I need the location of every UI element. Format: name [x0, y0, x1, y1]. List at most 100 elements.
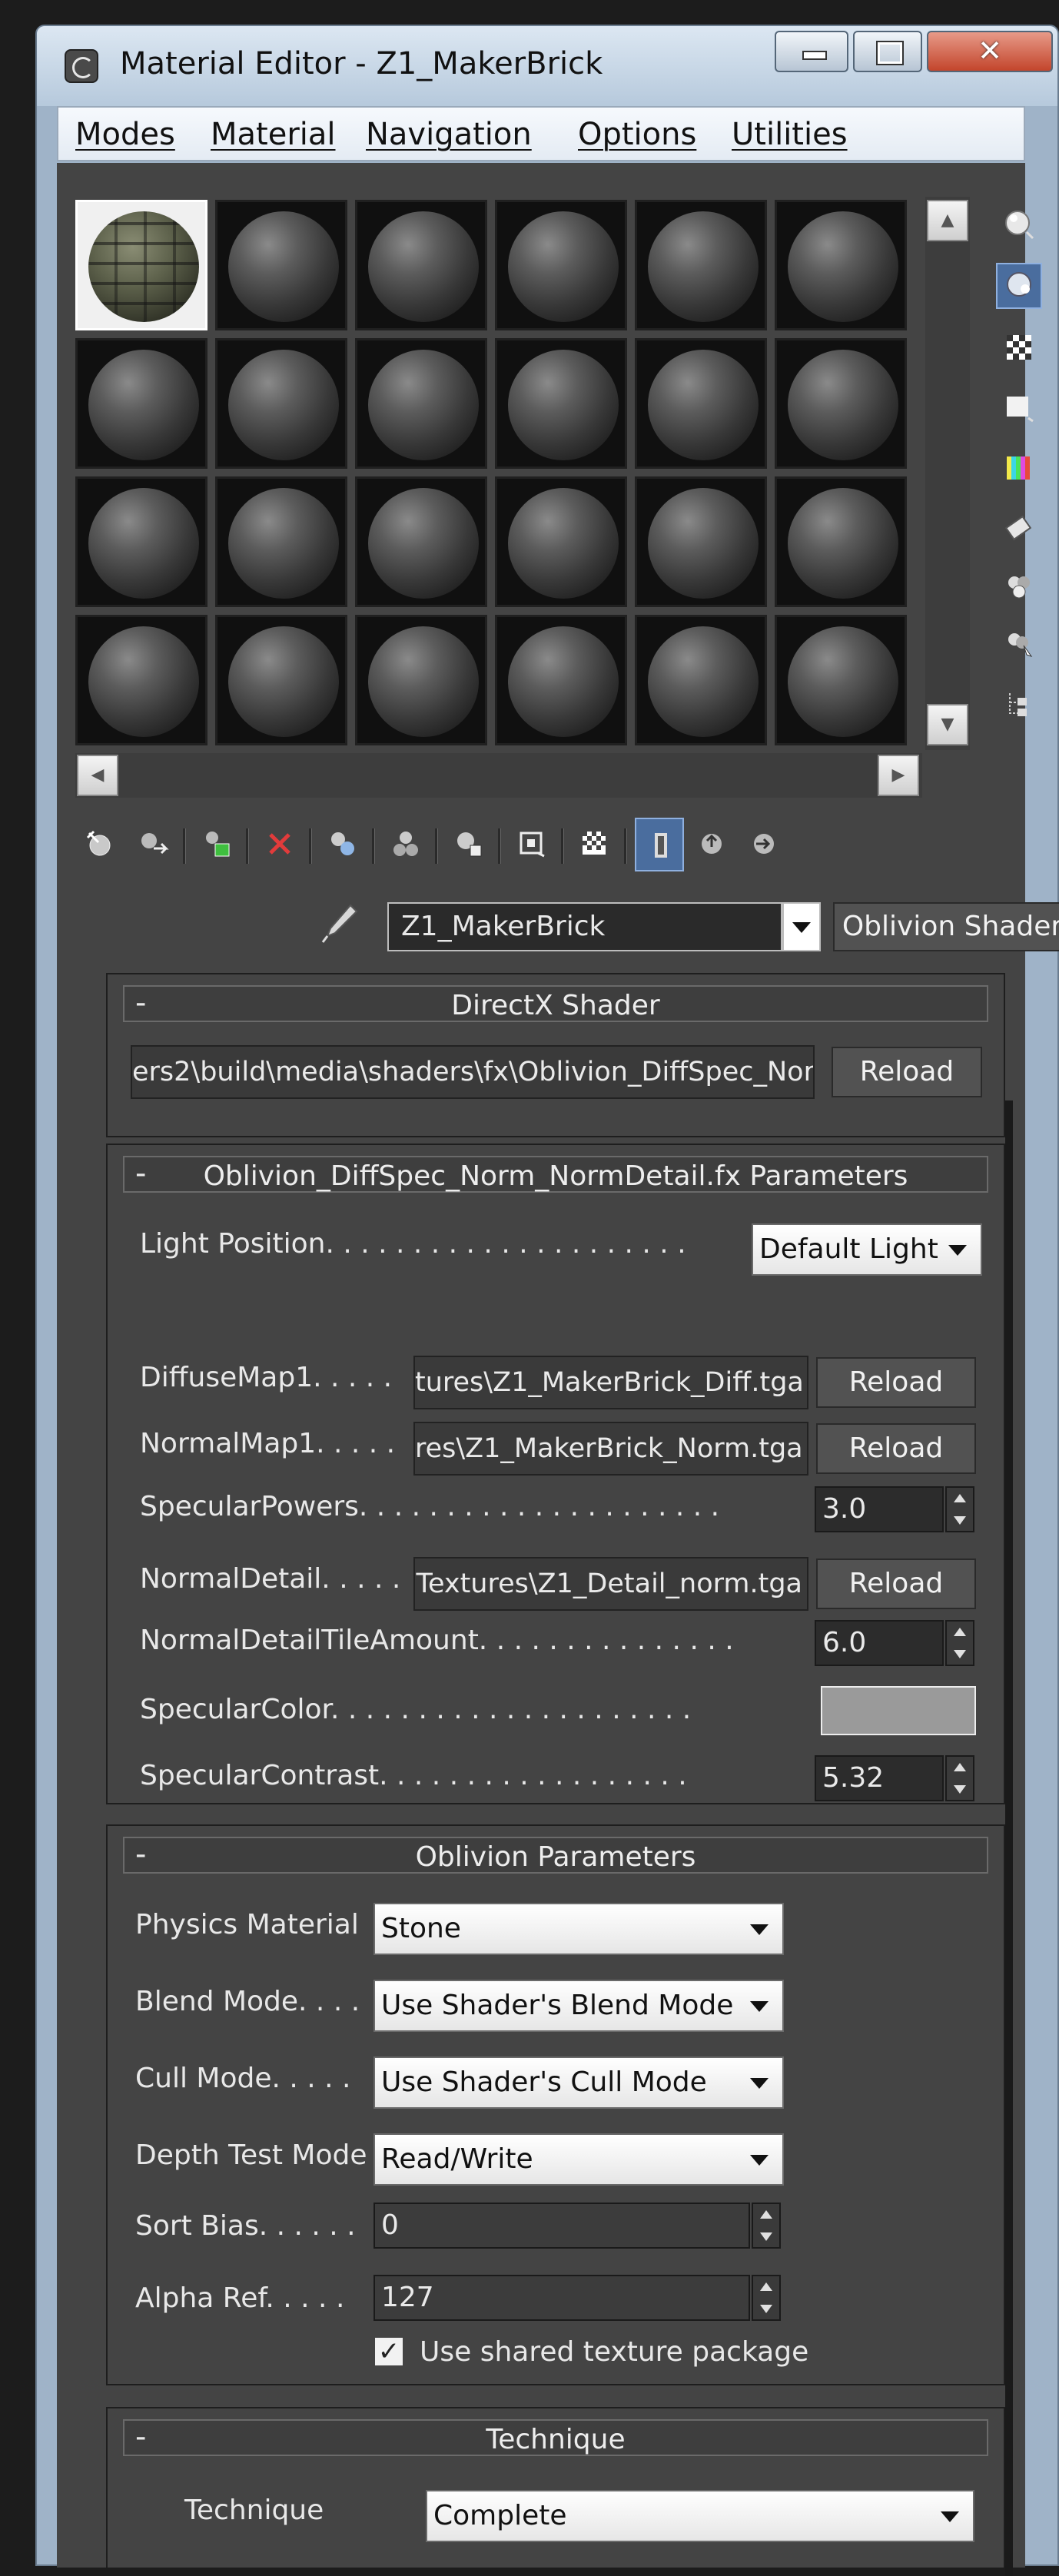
normal-detail-tile-spinner-arrows[interactable] — [945, 1620, 974, 1666]
reload-shader-button[interactable]: Reload — [832, 1047, 982, 1097]
make-preview-button[interactable] — [996, 507, 1042, 553]
show-map-in-viewport-button[interactable] — [570, 818, 619, 871]
normal-map-path[interactable]: res\Z1_MakerBrick_Norm.tga — [413, 1422, 808, 1476]
app-icon[interactable] — [65, 49, 98, 83]
reload-normal-button[interactable]: Reload — [816, 1423, 976, 1474]
material-slot[interactable] — [215, 200, 347, 330]
material-preview-sphere — [648, 350, 759, 460]
light-position-dropdown[interactable]: Default Light — [752, 1223, 982, 1276]
material-slot[interactable] — [355, 338, 487, 469]
slot-vertical-scrollbar[interactable]: ▲ ▼ — [925, 197, 970, 750]
material-slot[interactable] — [75, 476, 207, 607]
reload-diffuse-button[interactable]: Reload — [816, 1357, 976, 1408]
material-slot[interactable] — [635, 200, 767, 330]
material-slot[interactable] — [75, 338, 207, 469]
material-slot[interactable] — [215, 476, 347, 607]
blend-mode-dropdown[interactable]: Use Shader's Blend Mode — [373, 1980, 784, 2032]
material-slot[interactable] — [215, 615, 347, 745]
show-end-result-button[interactable] — [635, 818, 684, 871]
menu-modes[interactable]: Modes — [75, 117, 175, 152]
slot-horizontal-scrollbar[interactable]: ◀ ▶ — [75, 753, 922, 798]
menu-material[interactable]: Material — [211, 117, 336, 152]
material-slot[interactable] — [775, 476, 907, 607]
material-type-button[interactable]: Oblivion Shader — [833, 902, 1059, 951]
material-slot[interactable] — [775, 338, 907, 469]
directx-shader-rollout-header[interactable]: - DirectX Shader — [123, 985, 988, 1022]
scroll-right-button[interactable]: ▶ — [878, 755, 919, 796]
material-slot[interactable] — [495, 338, 627, 469]
material-slot[interactable] — [355, 476, 487, 607]
menu-navigation[interactable]: Navigation — [366, 117, 532, 152]
depth-test-mode-dropdown[interactable]: Read/Write — [373, 2133, 784, 2186]
background-button[interactable] — [996, 326, 1042, 372]
sort-bias-spinner[interactable]: 0 — [373, 2203, 750, 2249]
material-navigator-button[interactable] — [996, 682, 1042, 729]
reload-normal-detail-button[interactable]: Reload — [816, 1559, 976, 1609]
material-slot[interactable] — [775, 615, 907, 745]
specular-color-swatch[interactable] — [821, 1686, 976, 1735]
material-slot[interactable] — [75, 200, 207, 330]
close-button[interactable]: ✕ — [927, 31, 1053, 72]
alpha-ref-spinner[interactable]: 127 — [373, 2275, 750, 2321]
get-material-button[interactable] — [75, 818, 124, 871]
technique-rollout-header[interactable]: - Technique — [123, 2419, 988, 2456]
technique-dropdown[interactable]: Complete — [426, 2490, 974, 2542]
material-name-dropdown[interactable] — [782, 902, 821, 951]
physics-material-dropdown[interactable]: Stone — [373, 1903, 784, 1955]
material-editor-window: Material Editor - Z1_MakerBrick ✕ Modes … — [35, 25, 1059, 2576]
material-slot[interactable] — [495, 200, 627, 330]
diffuse-map-path[interactable]: tures\Z1_MakerBrick_Diff.tga — [413, 1356, 808, 1409]
material-slot[interactable] — [635, 476, 767, 607]
specular-contrast-spinner-arrows[interactable] — [945, 1755, 974, 1801]
scroll-left-button[interactable]: ◀ — [77, 755, 118, 796]
go-to-parent-button[interactable] — [687, 818, 736, 871]
material-name-field[interactable]: Z1_MakerBrick — [387, 902, 782, 951]
material-slot[interactable] — [75, 615, 207, 745]
material-slot[interactable] — [495, 615, 627, 745]
minimize-button[interactable] — [775, 31, 848, 72]
specular-contrast-spinner[interactable]: 5.32 — [815, 1755, 944, 1801]
material-options-button[interactable] — [996, 566, 1042, 612]
sort-bias-spinner-arrows[interactable] — [752, 2203, 781, 2249]
specular-powers-spinner-arrows[interactable] — [945, 1486, 974, 1532]
maximize-button[interactable] — [853, 31, 922, 72]
assign-to-selection-button[interactable] — [192, 818, 241, 871]
material-slot[interactable] — [635, 615, 767, 745]
put-to-scene-button[interactable] — [129, 818, 178, 871]
scroll-down-button[interactable]: ▼ — [927, 704, 968, 745]
oblivion-parameters-rollout-header[interactable]: - Oblivion Parameters — [123, 1837, 988, 1874]
fx-parameters-rollout-header[interactable]: - Oblivion_DiffSpec_Norm_NormDetail.fx P… — [123, 1156, 988, 1193]
make-unique-button[interactable] — [381, 818, 430, 871]
specular-powers-spinner[interactable]: 3.0 — [815, 1486, 944, 1532]
material-preview-sphere — [508, 211, 619, 322]
shader-path-field[interactable]: ers2\build\media\shaders\fx\Oblivion_Dif… — [131, 1045, 815, 1099]
sample-type-button[interactable] — [996, 203, 1042, 249]
menu-utilities[interactable]: Utilities — [732, 117, 848, 152]
scroll-up-button[interactable]: ▲ — [927, 200, 968, 241]
title-bar[interactable]: Material Editor - Z1_MakerBrick ✕ — [37, 26, 1057, 106]
backlight-button[interactable] — [996, 263, 1042, 309]
go-forward-to-sibling-button[interactable] — [739, 818, 788, 871]
material-slot[interactable] — [635, 338, 767, 469]
reset-maps-button[interactable] — [255, 818, 304, 871]
material-slot[interactable] — [495, 476, 627, 607]
material-slot[interactable] — [775, 200, 907, 330]
select-by-material-button[interactable] — [996, 622, 1042, 669]
menu-options[interactable]: Options — [578, 117, 696, 152]
normal-detail-path[interactable]: Textures\Z1_Detail_norm.tga — [413, 1557, 808, 1611]
make-copy-button[interactable] — [318, 818, 367, 871]
video-color-check-button[interactable] — [996, 447, 1042, 493]
shared-texture-checkbox[interactable]: ✓ — [373, 2336, 404, 2367]
uv-tiling-button[interactable] — [996, 386, 1042, 432]
material-slot[interactable] — [215, 338, 347, 469]
pick-material-from-object-button[interactable] — [317, 899, 361, 947]
put-to-library-button[interactable] — [444, 818, 493, 871]
material-id-channel-button[interactable] — [507, 818, 556, 871]
normal-detail-tile-spinner[interactable]: 6.0 — [815, 1620, 944, 1666]
material-slot[interactable] — [355, 200, 487, 330]
rollout-title: Technique — [486, 2424, 626, 2455]
alpha-ref-spinner-arrows[interactable] — [752, 2275, 781, 2321]
rollout-scrollbar[interactable] — [1005, 1100, 1013, 2576]
material-slot[interactable] — [355, 615, 487, 745]
cull-mode-dropdown[interactable]: Use Shader's Cull Mode — [373, 2056, 784, 2109]
